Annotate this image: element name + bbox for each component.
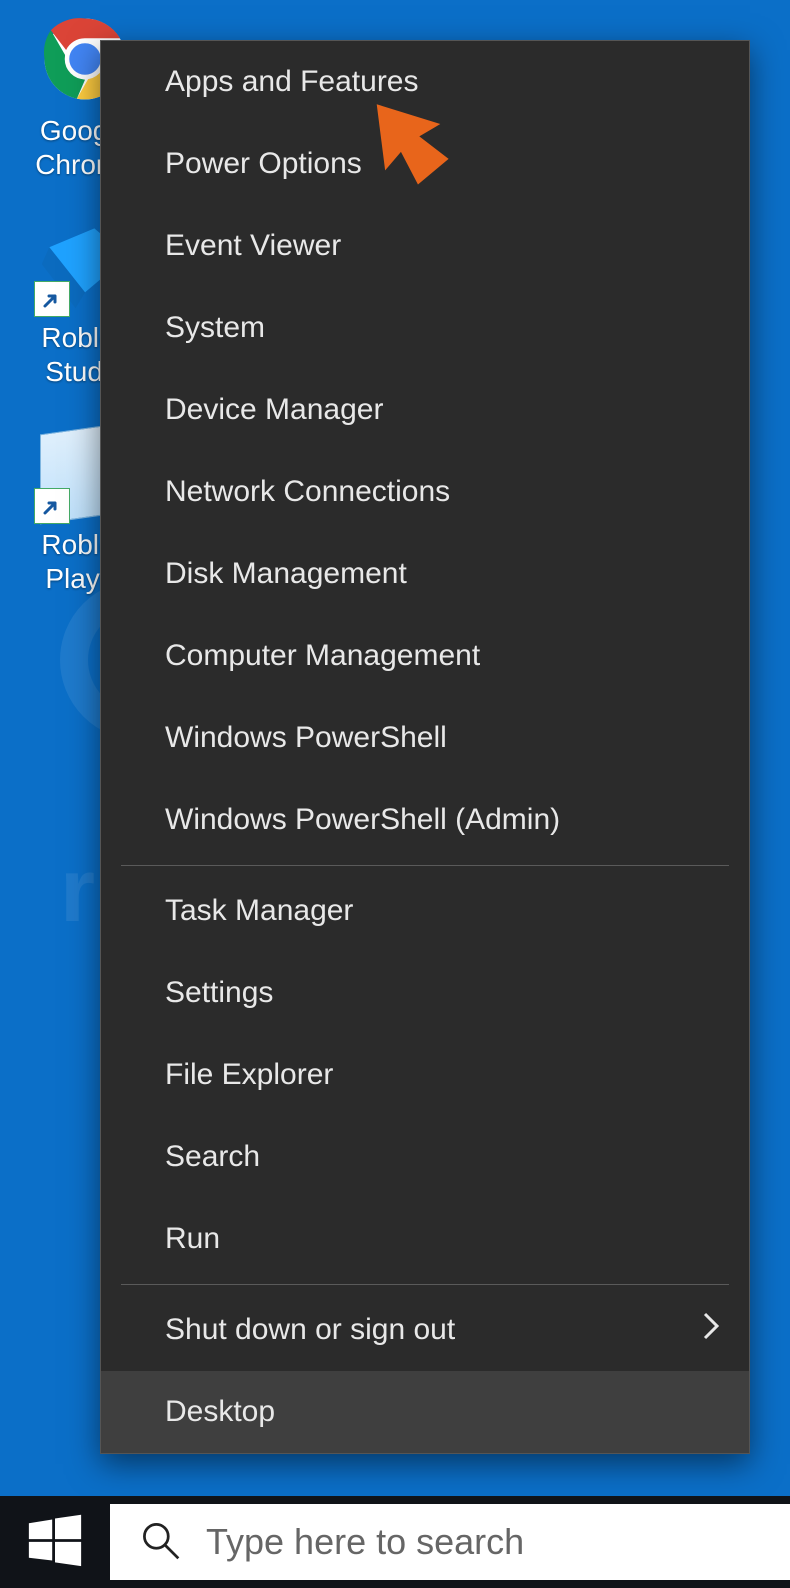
menu-item-label: File Explorer [165, 1058, 333, 1092]
windows-logo-icon [27, 1512, 83, 1573]
taskbar: Type here to search [0, 1496, 790, 1588]
menu-item-label: Run [165, 1222, 220, 1256]
shortcut-arrow-icon [34, 281, 70, 317]
winx-context-menu: Apps and Features Power Options Event View… [100, 40, 750, 1454]
menu-item-windows-powershell-admin[interactable]: Windows PowerShell (Admin) [101, 779, 749, 861]
menu-item-label: Settings [165, 976, 273, 1010]
menu-item-label: Shut down or sign out [165, 1313, 455, 1347]
menu-item-shut-down-sign-out[interactable]: Shut down or sign out [101, 1289, 749, 1371]
menu-item-label: Task Manager [165, 894, 353, 928]
search-icon [138, 1518, 182, 1567]
menu-item-label: Network Connections [165, 475, 450, 509]
menu-item-label: Apps and Features [165, 65, 419, 99]
menu-item-run[interactable]: Run [101, 1198, 749, 1280]
menu-separator [121, 865, 729, 866]
start-button[interactable] [0, 1496, 110, 1588]
menu-item-desktop[interactable]: Desktop [101, 1371, 749, 1453]
menu-item-label: System [165, 311, 265, 345]
menu-item-windows-powershell[interactable]: Windows PowerShell [101, 697, 749, 779]
menu-item-label: Event Viewer [165, 229, 341, 263]
menu-item-disk-management[interactable]: Disk Management [101, 533, 749, 615]
shortcut-arrow-icon [34, 488, 70, 524]
menu-item-label: Power Options [165, 147, 362, 181]
menu-item-label: Disk Management [165, 557, 407, 591]
menu-item-apps-features[interactable]: Apps and Features [101, 41, 749, 123]
menu-item-settings[interactable]: Settings [101, 952, 749, 1034]
menu-separator [121, 1284, 729, 1285]
chevron-right-icon [701, 1311, 721, 1349]
taskbar-search-box[interactable]: Type here to search [110, 1504, 790, 1580]
search-placeholder: Type here to search [206, 1521, 524, 1563]
menu-item-label: Search [165, 1140, 260, 1174]
menu-item-task-manager[interactable]: Task Manager [101, 870, 749, 952]
menu-item-label: Windows PowerShell [165, 721, 447, 755]
menu-item-label: Desktop [165, 1395, 275, 1429]
menu-item-system[interactable]: System [101, 287, 749, 369]
menu-item-device-manager[interactable]: Device Manager [101, 369, 749, 451]
menu-item-file-explorer[interactable]: File Explorer [101, 1034, 749, 1116]
menu-item-power-options[interactable]: Power Options [101, 123, 749, 205]
menu-item-search[interactable]: Search [101, 1116, 749, 1198]
menu-item-event-viewer[interactable]: Event Viewer [101, 205, 749, 287]
menu-item-network-connections[interactable]: Network Connections [101, 451, 749, 533]
menu-item-label: Computer Management [165, 639, 480, 673]
menu-item-label: Device Manager [165, 393, 383, 427]
menu-item-label: Windows PowerShell (Admin) [165, 803, 560, 837]
menu-item-computer-management[interactable]: Computer Management [101, 615, 749, 697]
